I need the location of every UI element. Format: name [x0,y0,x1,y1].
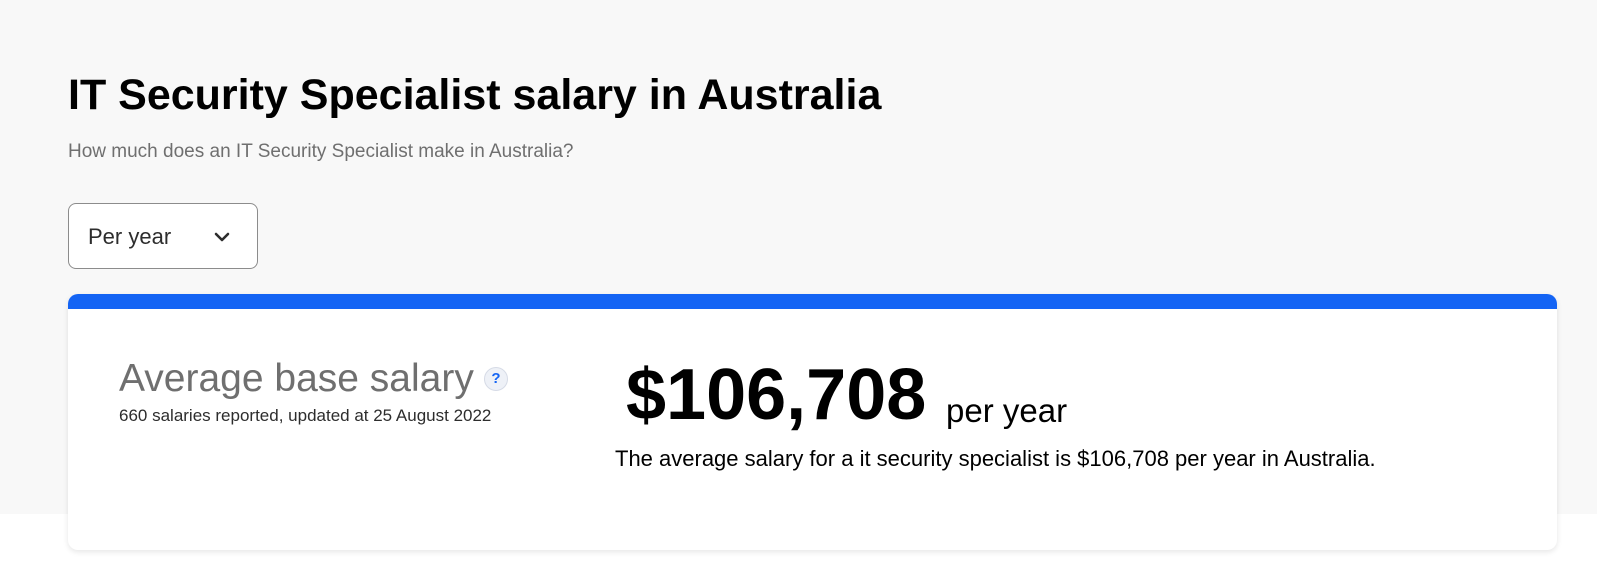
salary-description: The average salary for a it security spe… [615,446,1376,471]
pay-period-selected: Per year [88,224,172,249]
pay-period-dropdown[interactable]: Per year [68,203,258,269]
salary-amount: $106,708 [626,355,927,435]
salary-page: IT Security Specialist salary in Austral… [0,0,1597,569]
salary-period: per year [946,392,1068,429]
page-subtitle: How much does an IT Security Specialist … [68,141,574,162]
page-title: IT Security Specialist salary in Austral… [68,71,882,119]
card-accent-bar [68,294,1557,309]
average-salary-label: Average base salary [119,357,474,400]
help-icon[interactable]: ? [484,367,508,391]
chevron-down-icon [214,232,230,242]
salary-card: Average base salary ? 660 salaries repor… [68,294,1557,550]
salaries-reported-text: 660 salaries reported, updated at 25 Aug… [119,406,492,425]
